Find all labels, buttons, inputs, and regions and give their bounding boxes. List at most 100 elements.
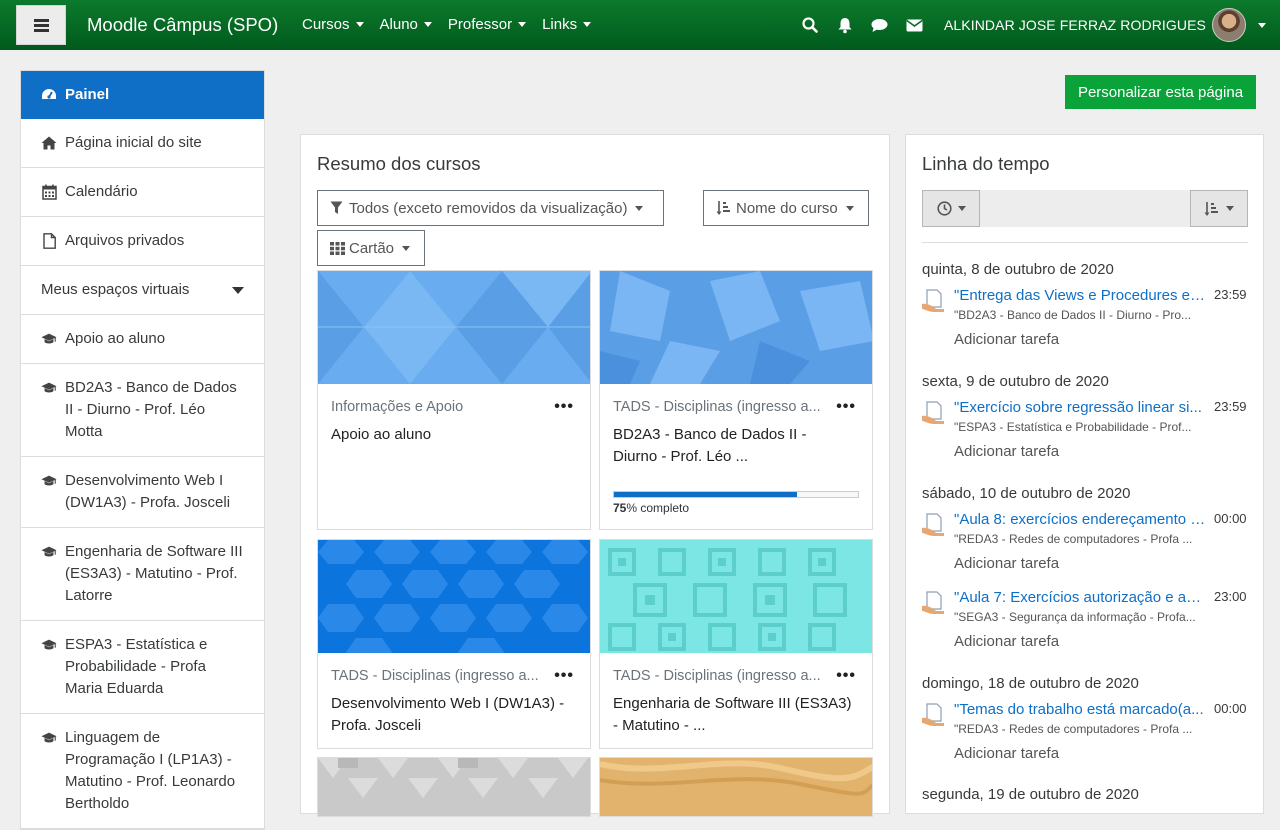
course-progress-bar bbox=[613, 491, 859, 498]
sidebar-item-label: Calendário bbox=[65, 183, 138, 200]
course-category: TADS - Disciplinas (ingresso a... bbox=[331, 668, 539, 684]
sort-icon bbox=[1204, 201, 1218, 216]
add-submission-link[interactable]: Adicionar tarefa bbox=[954, 331, 1059, 348]
graduation-cap-icon bbox=[41, 727, 57, 749]
event-title-link[interactable]: "Temas do trabalho está marcado(a... bbox=[954, 701, 1206, 718]
course-image[interactable] bbox=[600, 540, 872, 653]
add-submission-link[interactable]: Adicionar tarefa bbox=[954, 443, 1059, 460]
course-image[interactable] bbox=[600, 758, 872, 816]
course-image[interactable] bbox=[318, 271, 590, 384]
course-overview-block: Resumo dos cursos Todos (exceto removido… bbox=[300, 134, 890, 817]
course-image[interactable] bbox=[318, 758, 590, 816]
caret-down-icon bbox=[423, 22, 432, 27]
course-card[interactable]: TADS - Disciplinas (ingresso a... ••• De… bbox=[317, 539, 591, 749]
envelope-icon[interactable] bbox=[905, 15, 925, 35]
site-brand[interactable]: Moodle Câmpus (SPO) bbox=[87, 14, 278, 36]
caret-down-icon bbox=[518, 22, 527, 27]
sidebar-item-course[interactable]: BD2A3 - Banco de Dados II - Diurno - Pro… bbox=[21, 364, 264, 457]
course-category: Informações e Apoio bbox=[331, 399, 464, 415]
course-name[interactable]: Desenvolvimento Web I (DW1A3) - Profa. J… bbox=[331, 693, 571, 737]
bell-icon[interactable] bbox=[835, 15, 855, 35]
course-name[interactable]: Engenharia de Software III (ES3A3) - Mat… bbox=[613, 693, 853, 737]
event-title-link[interactable]: "Aula 8: exercícios endereçamento I... bbox=[954, 511, 1206, 528]
sidebar-item-label: BD2A3 - Banco de Dados II - Diurno - Pro… bbox=[65, 379, 237, 440]
add-submission-link[interactable]: Adicionar tarefa bbox=[954, 633, 1059, 650]
graduation-cap-icon bbox=[41, 541, 57, 563]
timeline-block: Linha do tempo quinta, 8 de outubro de 2… bbox=[905, 134, 1264, 814]
timeline-event: "Exercício sobre regressão linear si... … bbox=[922, 399, 1252, 465]
course-card[interactable]: TADS - Disciplinas (ingresso a... ••• En… bbox=[599, 539, 873, 749]
menu-links[interactable]: Links bbox=[542, 16, 592, 33]
course-card[interactable] bbox=[599, 757, 873, 817]
sidebar-item-course[interactable]: Linguagem de Programação I (LP1A3) - Mat… bbox=[21, 714, 264, 829]
assignment-icon bbox=[922, 513, 944, 536]
timeline-event: "Aula 8: exercícios endereçamento I... 0… bbox=[922, 511, 1252, 577]
sidebar-item-course[interactable]: Desenvolvimento Web I (DW1A3) - Profa. J… bbox=[21, 457, 264, 528]
event-title-link[interactable]: "Exercício sobre regressão linear si... bbox=[954, 399, 1206, 416]
event-time: 23:59 bbox=[1214, 287, 1247, 302]
course-card[interactable]: TADS - Disciplinas (ingresso a... ••• BD… bbox=[599, 270, 873, 530]
caret-down-icon[interactable] bbox=[1258, 22, 1266, 28]
grouping-label: Todos (exceto removidos da visualização) bbox=[349, 199, 628, 217]
sidebar-item-my-courses[interactable]: Meus espaços virtuais bbox=[21, 266, 264, 315]
sidebar-item-label: Página inicial do site bbox=[65, 134, 202, 151]
sort-dropdown[interactable]: Nome do curso bbox=[703, 190, 869, 226]
progress-text: 75% completo bbox=[613, 501, 690, 515]
assignment-icon bbox=[922, 401, 944, 424]
event-course: "ESPA3 - Estatística e Probabilidade - P… bbox=[954, 420, 1192, 434]
chat-icon[interactable] bbox=[870, 15, 890, 35]
user-name[interactable]: ALKINDAR JOSE FERRAZ RODRIGUES bbox=[944, 17, 1206, 33]
progress-fill bbox=[614, 492, 797, 497]
chevron-down-icon bbox=[232, 287, 244, 294]
sidebar-item-course[interactable]: Apoio ao aluno bbox=[21, 315, 264, 364]
grouping-dropdown[interactable]: Todos (exceto removidos da visualização) bbox=[317, 190, 664, 226]
view-dropdown[interactable]: Cartão bbox=[317, 230, 425, 266]
course-menu-icon[interactable]: ••• bbox=[554, 667, 574, 685]
course-name[interactable]: Apoio ao aluno bbox=[331, 424, 571, 446]
sidebar-item-course[interactable]: ESPA3 - Estatística e Probabilidade - Pr… bbox=[21, 621, 264, 714]
event-title-link[interactable]: "Entrega das Views e Procedures es... bbox=[954, 287, 1206, 304]
course-card[interactable]: Informações e Apoio ••• Apoio ao aluno bbox=[317, 270, 591, 530]
caret-down-icon bbox=[402, 245, 411, 251]
course-image[interactable] bbox=[318, 540, 590, 653]
graduation-cap-icon bbox=[41, 470, 57, 492]
add-submission-link[interactable]: Adicionar tarefa bbox=[954, 745, 1059, 762]
sidebar-item-label: Linguagem de Programação I (LP1A3) - Mat… bbox=[65, 729, 236, 812]
sidebar-item-private-files[interactable]: Arquivos privados bbox=[21, 217, 264, 266]
menu-cursos[interactable]: Cursos bbox=[302, 16, 364, 33]
course-menu-icon[interactable]: ••• bbox=[836, 398, 856, 416]
event-course: "SEGA3 - Segurança da informação - Profa… bbox=[954, 610, 1196, 624]
course-name[interactable]: BD2A3 - Banco de Dados II - Diurno - Pro… bbox=[613, 424, 853, 468]
course-image[interactable] bbox=[600, 271, 872, 384]
sidebar-item-home[interactable]: Página inicial do site bbox=[21, 119, 264, 168]
divider bbox=[922, 242, 1248, 243]
timeline-sort-button[interactable] bbox=[1190, 190, 1248, 227]
avatar[interactable] bbox=[1212, 8, 1246, 42]
sidebar-item-label: Arquivos privados bbox=[65, 232, 185, 249]
graduation-cap-icon bbox=[41, 634, 57, 656]
sidebar-item-label: Apoio ao aluno bbox=[65, 330, 166, 347]
timeline-date: segunda, 19 de outubro de 2020 bbox=[922, 786, 1139, 803]
dashboard-icon bbox=[41, 84, 57, 106]
course-card[interactable] bbox=[317, 757, 591, 817]
customize-page-button[interactable]: Personalizar esta página bbox=[1065, 75, 1256, 109]
sidebar-item-calendar[interactable]: Calendário bbox=[21, 168, 264, 217]
timeline-date: domingo, 18 de outubro de 2020 bbox=[922, 675, 1139, 692]
menu-aluno[interactable]: Aluno bbox=[380, 16, 432, 33]
sidebar-item-label: Engenharia de Software III (ES3A3) - Mat… bbox=[65, 543, 243, 604]
timeline-filter-button[interactable] bbox=[922, 190, 980, 227]
event-title-link[interactable]: "Aula 7: Exercícios autorização e au... bbox=[954, 589, 1206, 606]
course-menu-icon[interactable]: ••• bbox=[836, 667, 856, 685]
assignment-icon bbox=[922, 703, 944, 726]
add-submission-link[interactable]: Adicionar tarefa bbox=[954, 555, 1059, 572]
menu-professor[interactable]: Professor bbox=[448, 16, 527, 33]
sidebar-item-painel[interactable]: Painel bbox=[21, 71, 264, 119]
assignment-icon bbox=[922, 591, 944, 614]
sidebar-item-course[interactable]: Engenharia de Software III (ES3A3) - Mat… bbox=[21, 528, 264, 621]
sidebar-item-label: Meus espaços virtuais bbox=[41, 281, 190, 298]
drawer-toggle-button[interactable] bbox=[16, 5, 66, 45]
timeline-event: "Aula 7: Exercícios autorização e au... … bbox=[922, 589, 1252, 655]
search-icon[interactable] bbox=[800, 15, 820, 35]
sidebar-item-label: ESPA3 - Estatística e Probabilidade - Pr… bbox=[65, 636, 208, 697]
course-menu-icon[interactable]: ••• bbox=[554, 398, 574, 416]
